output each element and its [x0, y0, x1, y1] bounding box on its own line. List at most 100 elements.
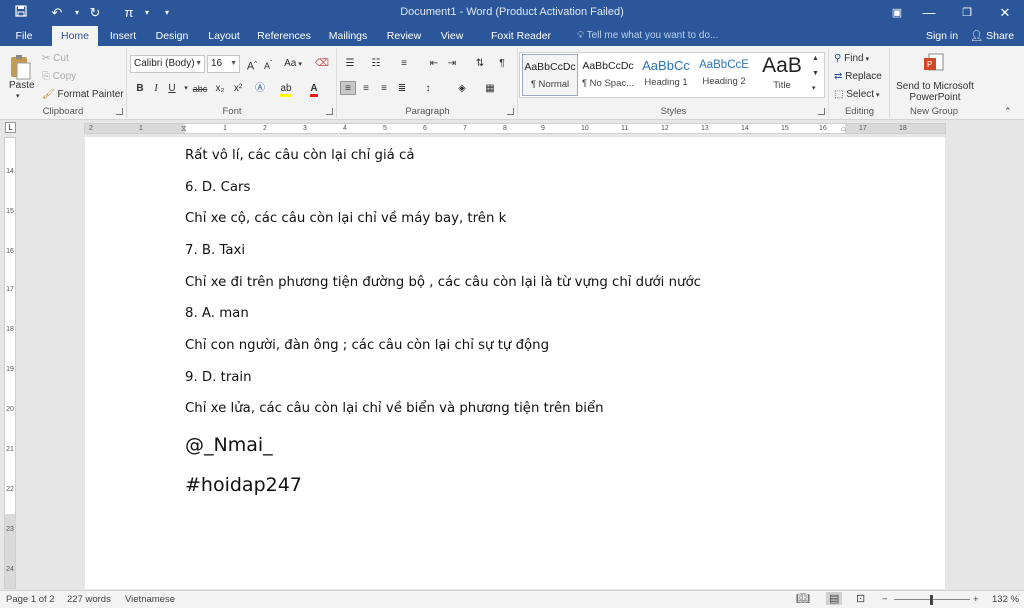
font-family-select[interactable]: Calibri (Body) ▼ — [130, 55, 205, 73]
clear-formatting-icon[interactable]: ⌫ — [314, 57, 330, 71]
powerpoint-icon[interactable]: P — [923, 52, 945, 74]
tab-view[interactable]: View — [436, 26, 468, 46]
superscript-button[interactable]: x² — [230, 82, 246, 96]
zoom-in-icon[interactable]: + — [973, 594, 979, 605]
styles-launcher-icon[interactable] — [818, 108, 825, 115]
increase-indent-icon[interactable]: ⇥ — [444, 57, 460, 71]
sort-icon[interactable]: ⇅ — [472, 57, 488, 71]
replace-button[interactable]: ⇄ Replace — [834, 71, 882, 82]
tab-layout[interactable]: Layout — [204, 26, 244, 46]
text-effects-icon[interactable]: Ⓐ — [252, 82, 268, 96]
numbering-icon[interactable]: ☷ — [368, 57, 384, 71]
font-launcher-icon[interactable] — [326, 108, 333, 115]
find-button[interactable]: ⚲ Find ▾ — [834, 53, 869, 64]
styles-more-icon[interactable]: ▾ — [812, 84, 816, 92]
style-title[interactable]: AaB Title — [754, 54, 810, 96]
right-indent-marker-icon[interactable]: ⌂ — [841, 124, 846, 133]
paragraph-launcher-icon[interactable] — [507, 108, 514, 115]
tab-references[interactable]: References — [256, 26, 312, 46]
indent-marker-icon[interactable]: ⧖ — [181, 124, 187, 133]
document-line[interactable]: 7. B. Taxi — [185, 243, 245, 258]
horizontal-ruler[interactable]: 2 1 1 2 3 4 5 6 7 8 9 10 11 12 13 14 15 … — [84, 123, 946, 134]
bold-button[interactable]: B — [132, 82, 148, 96]
font-size-value: 16 — [211, 58, 223, 69]
align-left-icon[interactable]: ≡ — [340, 81, 356, 95]
zoom-slider-thumb[interactable] — [930, 595, 933, 605]
document-line[interactable]: Chỉ xe đi trên phương tiện đường bộ , cá… — [185, 275, 701, 290]
tab-home[interactable]: Home — [52, 26, 98, 46]
format-painter-button[interactable]: 🖌︎ Format Painter — [42, 89, 124, 100]
change-case-button[interactable]: Aa ▾ — [282, 57, 304, 71]
restore-icon[interactable]: ❐ — [948, 0, 986, 26]
print-layout-icon[interactable]: ▤ — [826, 592, 843, 605]
line-spacing-icon[interactable]: ↕ — [420, 82, 436, 96]
vertical-scrollbar[interactable] — [1008, 135, 1024, 591]
ruler-tick: 3 — [303, 125, 307, 132]
tell-me-box[interactable]: 💡︎ Tell me what you want to do... — [577, 26, 718, 46]
cut-button[interactable]: ✂ Cut — [42, 53, 69, 64]
tab-selector-icon[interactable]: L — [5, 122, 16, 133]
subscript-button[interactable]: x₂ — [212, 82, 228, 96]
style-normal[interactable]: AaBbCcDc ¶ Normal — [522, 54, 578, 96]
document-line[interactable]: Chỉ xe lửa, các câu còn lại chỉ về biển … — [185, 401, 604, 416]
tab-foxit-reader-pdf[interactable]: Foxit Reader PDF — [482, 26, 560, 62]
borders-icon[interactable]: ▦ — [482, 82, 498, 96]
show-formatting-icon[interactable]: ¶ — [494, 57, 510, 71]
font-color-icon[interactable]: A — [306, 82, 322, 97]
tab-mailings[interactable]: Mailings — [326, 26, 370, 46]
read-mode-icon[interactable]: 📖︎ — [796, 592, 810, 605]
web-layout-icon[interactable]: ⊡ — [856, 592, 865, 605]
decrease-indent-icon[interactable]: ⇤ — [426, 57, 442, 71]
font-size-select[interactable]: 16 ▼ — [207, 55, 240, 73]
style-heading-2[interactable]: AaBbCcE Heading 2 — [696, 54, 752, 96]
grow-font-icon[interactable]: A^ — [244, 57, 260, 73]
hashtag-line[interactable]: #hoidap247 — [185, 474, 302, 496]
document-line[interactable]: 9. D. train — [185, 370, 252, 385]
italic-button[interactable]: I — [148, 82, 164, 96]
sign-in-link[interactable]: Sign in — [922, 26, 962, 46]
tab-review[interactable]: Review — [384, 26, 424, 46]
document-page[interactable]: Rất vô lí, các câu còn lại chỉ giá cả 6.… — [85, 137, 945, 589]
close-icon[interactable]: ✕ — [986, 0, 1024, 26]
multilevel-list-icon[interactable]: ≡ — [396, 57, 412, 71]
justify-icon[interactable]: ≣ — [394, 82, 410, 96]
tab-design[interactable]: Design — [152, 26, 192, 46]
document-line[interactable]: Chỉ con người, đàn ông ; các câu còn lại… — [185, 338, 549, 353]
tab-file[interactable]: File — [10, 26, 38, 46]
clipboard-launcher-icon[interactable] — [116, 108, 123, 115]
language-indicator[interactable]: Vietnamese — [125, 594, 175, 605]
send-to-powerpoint-button[interactable]: Send to Microsoft PowerPoint — [895, 81, 975, 103]
paste-icon[interactable] — [8, 54, 32, 82]
signature-line[interactable]: @_Nmai_ — [185, 434, 273, 456]
select-button[interactable]: ⬚ Select ▾ — [834, 89, 880, 100]
shading-icon[interactable]: ◈ — [454, 82, 470, 96]
copy-button[interactable]: ⎘ Copy — [42, 71, 76, 82]
word-count[interactable]: 227 words — [67, 594, 111, 605]
ruler-tick: 20 — [6, 406, 14, 413]
bullets-icon[interactable]: ☰ — [342, 57, 358, 71]
paste-button[interactable]: Paste — [9, 80, 35, 91]
style-heading-1[interactable]: AaBbCc Heading 1 — [638, 54, 694, 96]
style-no-spacing[interactable]: AaBbCcDc ¶ No Spac... — [580, 54, 636, 96]
share-button[interactable]: 👤︎ Share — [968, 26, 1016, 46]
styles-scroll-up-icon[interactable]: ▲ — [812, 55, 819, 62]
document-line[interactable]: 6. D. Cars — [185, 180, 250, 195]
vertical-ruler[interactable]: 14 15 16 17 18 19 20 21 22 23 24 — [4, 137, 16, 589]
paste-dropdown-icon[interactable]: ▾ — [16, 92, 20, 100]
document-line[interactable]: 8. A. man — [185, 306, 249, 321]
zoom-level[interactable]: 132 % — [992, 594, 1019, 605]
collapse-ribbon-icon[interactable]: ⌃ — [1004, 106, 1012, 117]
clipboard-group: Paste ▾ ✂ Cut ⎘ Copy 🖌︎ Format Painter C… — [0, 48, 127, 118]
zoom-out-icon[interactable]: − — [882, 594, 888, 605]
shrink-font-icon[interactable]: Aˇ — [260, 57, 276, 71]
align-center-icon[interactable]: ≡ — [358, 82, 374, 96]
minimize-icon[interactable]: — — [910, 0, 948, 26]
highlight-icon[interactable]: ab — [278, 82, 294, 97]
styles-scroll-down-icon[interactable]: ▼ — [812, 70, 819, 77]
tab-insert[interactable]: Insert — [104, 26, 142, 46]
align-right-icon[interactable]: ≡ — [376, 82, 392, 96]
document-line[interactable]: Chỉ xe cộ, các câu còn lại chỉ về máy ba… — [185, 211, 506, 226]
page-count[interactable]: Page 1 of 2 — [6, 594, 55, 605]
strikethrough-button[interactable]: abc — [190, 82, 210, 96]
document-line[interactable]: Rất vô lí, các câu còn lại chỉ giá cả — [185, 148, 415, 163]
